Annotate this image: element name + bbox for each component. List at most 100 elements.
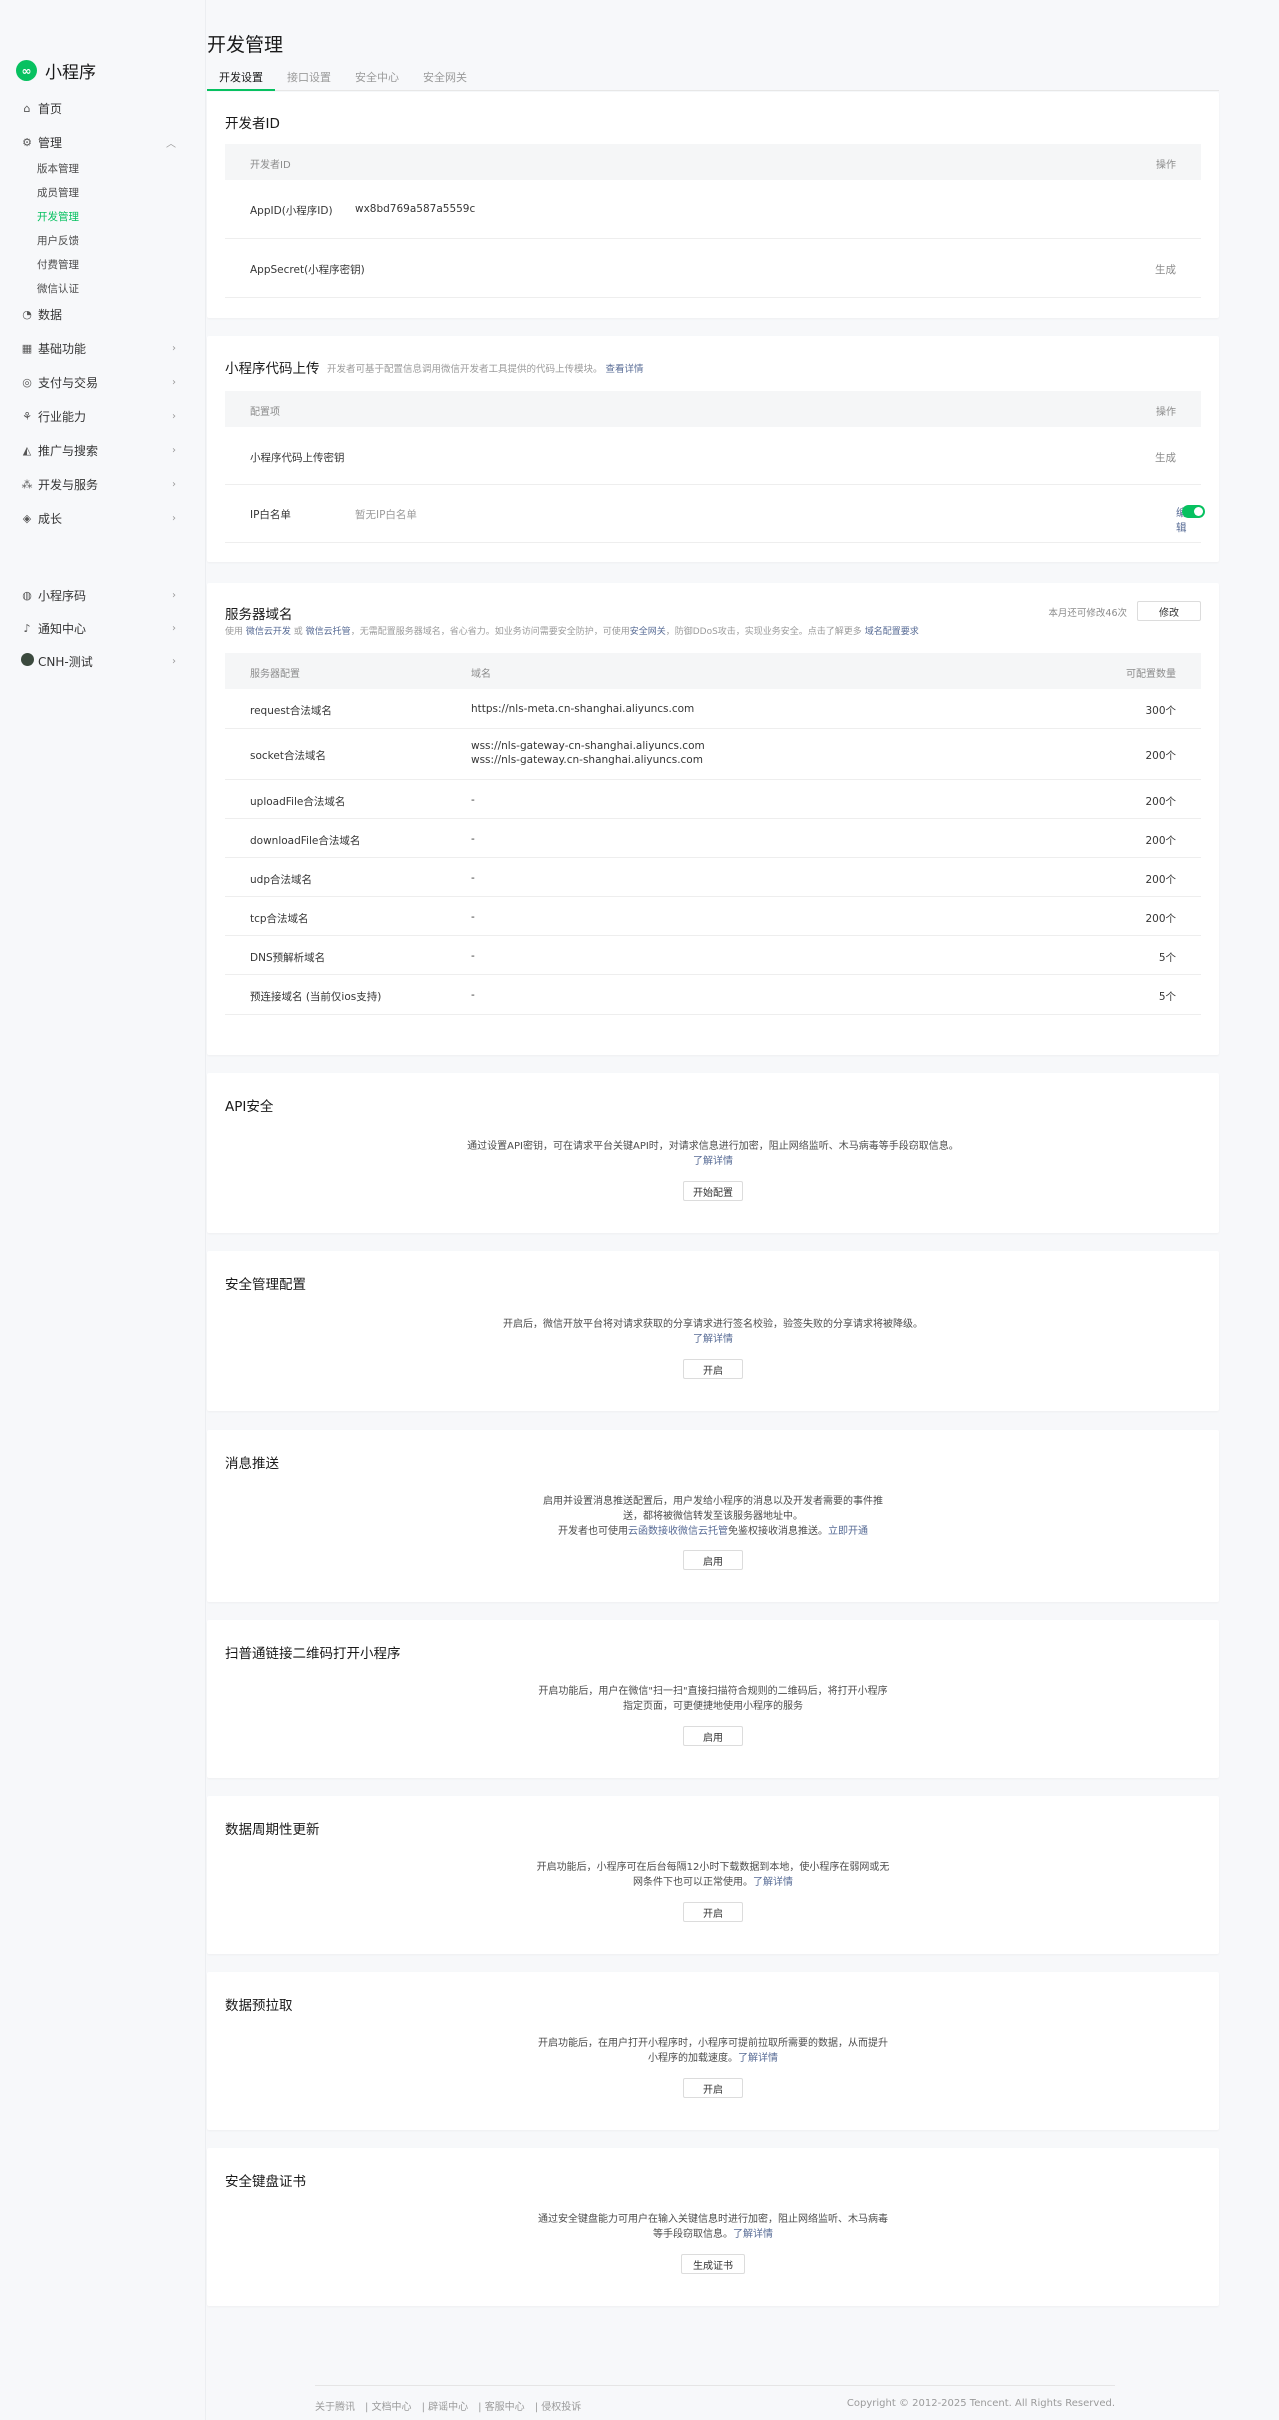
sidebar-sub-members[interactable]: 成员管理 bbox=[37, 185, 79, 200]
chevron-right-icon: › bbox=[172, 342, 176, 354]
sidebar-item-promotion[interactable]: ◭ 推广与搜索 › bbox=[20, 439, 186, 461]
code-upload-card: 小程序代码上传 开发者可基于配置信息调用微信开发者工具提供的代码上传模块。 查看… bbox=[207, 336, 1219, 562]
enable-security-config-button[interactable]: 开启 bbox=[683, 1359, 743, 1379]
sidebar-item-dev-services[interactable]: ⁂ 开发与服务 › bbox=[20, 473, 186, 495]
qrcode-open-description: 开启功能后，用户在微信"扫一扫"直接扫描符合规则的二维码后，将打开小程序 指定页… bbox=[538, 1686, 888, 1712]
security-config-details-link[interactable]: 了解详情 bbox=[207, 1332, 1219, 1347]
enable-qrcode-open-button[interactable]: 启用 bbox=[683, 1726, 743, 1746]
tab-api-settings[interactable]: 接口设置 bbox=[275, 68, 343, 91]
bell-icon: ♪ bbox=[23, 621, 31, 635]
sidebar-sub-versions[interactable]: 版本管理 bbox=[37, 161, 79, 176]
tab-dev-settings[interactable]: 开发设置 bbox=[207, 68, 275, 91]
sidebar-item-basic[interactable]: ▦ 基础功能 › bbox=[20, 337, 186, 359]
keyboard-cert-description: 通过安全键盘能力可用户在输入关键信息时进行加密，阻止网络监听、木马病毒 等手段窃… bbox=[538, 2214, 888, 2240]
app-logo[interactable]: ∞ 小程序 bbox=[16, 58, 96, 83]
qrcode-icon: ◍ bbox=[22, 588, 32, 602]
chart-icon: ◔ bbox=[22, 307, 32, 321]
sidebar-item-qrcode[interactable]: ◍ 小程序码 › bbox=[20, 584, 186, 606]
card-title: 服务器域名 bbox=[225, 607, 293, 623]
chevron-right-icon: › bbox=[172, 512, 176, 524]
enable-prefetch-button[interactable]: 开启 bbox=[683, 2078, 743, 2098]
chevron-right-icon: › bbox=[172, 589, 176, 601]
modify-domains-button[interactable]: 修改 bbox=[1137, 601, 1201, 621]
ip-whitelist-toggle[interactable] bbox=[1182, 505, 1205, 518]
table-row: udp合法域名 - 200个 bbox=[225, 858, 1201, 897]
cloud-dev-link[interactable]: 微信云开发 bbox=[246, 627, 291, 637]
upload-key-label: 小程序代码上传密钥 bbox=[250, 452, 345, 464]
prefetch-details-link[interactable]: 了解详情 bbox=[738, 2053, 778, 2064]
card-title: 数据预拉取 bbox=[225, 1998, 293, 2014]
sidebar-item-manage[interactable]: ⚙ 管理 ︿ bbox=[20, 131, 186, 153]
chevron-right-icon: › bbox=[172, 622, 176, 634]
card-title: API安全 bbox=[225, 1099, 274, 1115]
card-title: 安全键盘证书 bbox=[225, 2174, 306, 2190]
api-security-details-link[interactable]: 了解详情 bbox=[207, 1154, 1219, 1169]
sidebar-item-payment[interactable]: ◎ 支付与交易 › bbox=[20, 371, 186, 393]
ip-whitelist-label: IP白名单 bbox=[250, 509, 291, 521]
table-row: request合法域名 https://nls-meta.cn-shanghai… bbox=[225, 689, 1201, 729]
upload-description: 开发者可基于配置信息调用微信开发者工具提供的代码上传模块。 bbox=[327, 364, 603, 375]
table-row: uploadFile合法域名 - 200个 bbox=[225, 780, 1201, 819]
generate-cert-button[interactable]: 生成证书 bbox=[681, 2254, 745, 2274]
security-config-card: 安全管理配置 开启后，微信开放平台将对请求获取的分享请求进行签名校验，验签失败的… bbox=[207, 1251, 1219, 1411]
grid-icon: ▦ bbox=[21, 341, 33, 355]
sidebar-item-account[interactable]: CNH-测试 › bbox=[20, 650, 186, 672]
footer: 关于腾讯 | 文档中心 | 辟谣中心 | 客服中心 | 侵权投诉 Copyright ©… bbox=[315, 2385, 1115, 2413]
footer-link-infringement[interactable]: 侵权投诉 bbox=[541, 2402, 581, 2413]
enable-periodic-update-button[interactable]: 开启 bbox=[683, 1902, 743, 1922]
appid-value[interactable]: wx8bd769a587a5559c bbox=[355, 203, 475, 215]
security-gateway-link[interactable]: 安全网关 bbox=[630, 627, 666, 637]
developer-id-card: 开发者ID 开发者ID 操作 AppID(小程序ID) wx8bd769a587… bbox=[207, 92, 1219, 318]
sidebar-sub-dev-manage[interactable]: 开发管理 bbox=[37, 209, 79, 224]
appsecret-label: AppSecret(小程序密钥) bbox=[250, 264, 365, 276]
wallet-icon: ◎ bbox=[22, 375, 32, 389]
enable-push-button[interactable]: 启用 bbox=[683, 1550, 743, 1570]
keyboard-cert-card: 安全键盘证书 通过安全键盘能力可用户在输入关键信息时进行加密，阻止网络监听、木马… bbox=[207, 2148, 1219, 2306]
open-now-link[interactable]: 立即开通 bbox=[828, 1526, 868, 1537]
card-title: 安全管理配置 bbox=[225, 1277, 306, 1293]
sidebar-item-home[interactable]: ⌂ 首页 bbox=[20, 97, 186, 119]
message-push-card: 消息推送 启用并设置消息推送配置后，用户发给小程序的消息以及开发者需要的事件推 … bbox=[207, 1430, 1219, 1602]
footer-link-rumor[interactable]: 辟谣中心 bbox=[428, 2402, 468, 2413]
qrcode-open-card: 扫普通链接二维码打开小程序 开启功能后，用户在微信"扫一扫"直接扫描符合规则的二… bbox=[207, 1620, 1219, 1778]
card-title: 数据周期性更新 bbox=[225, 1822, 320, 1838]
table-row: 小程序代码上传密钥 生成 bbox=[225, 427, 1201, 485]
upload-details-link[interactable]: 查看详情 bbox=[606, 364, 644, 375]
chevron-right-icon: › bbox=[172, 376, 176, 388]
start-config-button[interactable]: 开始配置 bbox=[683, 1181, 743, 1201]
generate-upload-key-link[interactable]: 生成 bbox=[1155, 450, 1176, 465]
sidebar-item-growth[interactable]: ◈ 成长 › bbox=[20, 507, 186, 529]
domain-requirements-link[interactable]: 域名配置要求 bbox=[865, 627, 919, 637]
table-row: socket合法域名 wss://nls-gateway-cn-shanghai… bbox=[225, 729, 1201, 780]
table-row: 预连接域名 (当前仅ios支持) - 5个 bbox=[225, 975, 1201, 1015]
cloud-hosting-link[interactable]: 微信云托管 bbox=[306, 627, 351, 637]
card-title: 消息推送 bbox=[225, 1456, 279, 1472]
sidebar-sub-billing[interactable]: 付费管理 bbox=[37, 257, 79, 272]
footer-link-support[interactable]: 客服中心 bbox=[485, 2402, 525, 2413]
megaphone-icon: ◭ bbox=[22, 443, 32, 457]
tab-bar: 开发设置 接口设置 安全中心 安全网关 bbox=[207, 68, 1219, 91]
cloud-function-link[interactable]: 云函数接收微信云托管 bbox=[628, 1526, 728, 1537]
sidebar-sub-verify[interactable]: 微信认证 bbox=[37, 281, 79, 296]
security-config-description: 开启后，微信开放平台将对请求获取的分享请求进行签名校验，验签失败的分享请求将被降… bbox=[207, 1317, 1219, 1347]
ip-whitelist-value: 暂无IP白名单 bbox=[355, 509, 417, 521]
sidebar-sub-feedback[interactable]: 用户反馈 bbox=[37, 233, 79, 248]
prefetch-description: 开启功能后，在用户打开小程序时，小程序可提前拉取所需要的数据，从而提升 小程序的… bbox=[538, 2038, 888, 2064]
keyboard-cert-details-link[interactable]: 了解详情 bbox=[733, 2229, 773, 2240]
page-title: 开发管理 bbox=[207, 34, 284, 56]
generate-secret-link[interactable]: 生成 bbox=[1155, 262, 1176, 277]
periodic-update-details-link[interactable]: 了解详情 bbox=[753, 1877, 793, 1888]
chevron-right-icon: › bbox=[172, 478, 176, 490]
tab-security-center[interactable]: 安全中心 bbox=[343, 68, 411, 91]
card-title: 开发者ID bbox=[225, 116, 280, 132]
footer-link-about[interactable]: 关于腾讯 bbox=[315, 2402, 355, 2413]
sidebar-item-notifications[interactable]: ♪ 通知中心 › bbox=[20, 617, 186, 639]
tab-security-gateway[interactable]: 安全网关 bbox=[411, 68, 479, 91]
footer-link-docs[interactable]: 文档中心 bbox=[372, 2402, 412, 2413]
api-security-description: 通过设置API密钥，可在请求平台关键API时，对请求信息进行加密，阻止网络监听、… bbox=[207, 1139, 1219, 1169]
cube-icon: ◈ bbox=[22, 511, 32, 525]
sidebar-item-industry[interactable]: ⚘ 行业能力 › bbox=[20, 405, 186, 427]
table-header: 配置项 操作 bbox=[225, 391, 1201, 427]
sidebar-item-data[interactable]: ◔ 数据 bbox=[20, 303, 186, 325]
table-row: AppID(小程序ID) wx8bd769a587a5559c bbox=[225, 180, 1201, 239]
